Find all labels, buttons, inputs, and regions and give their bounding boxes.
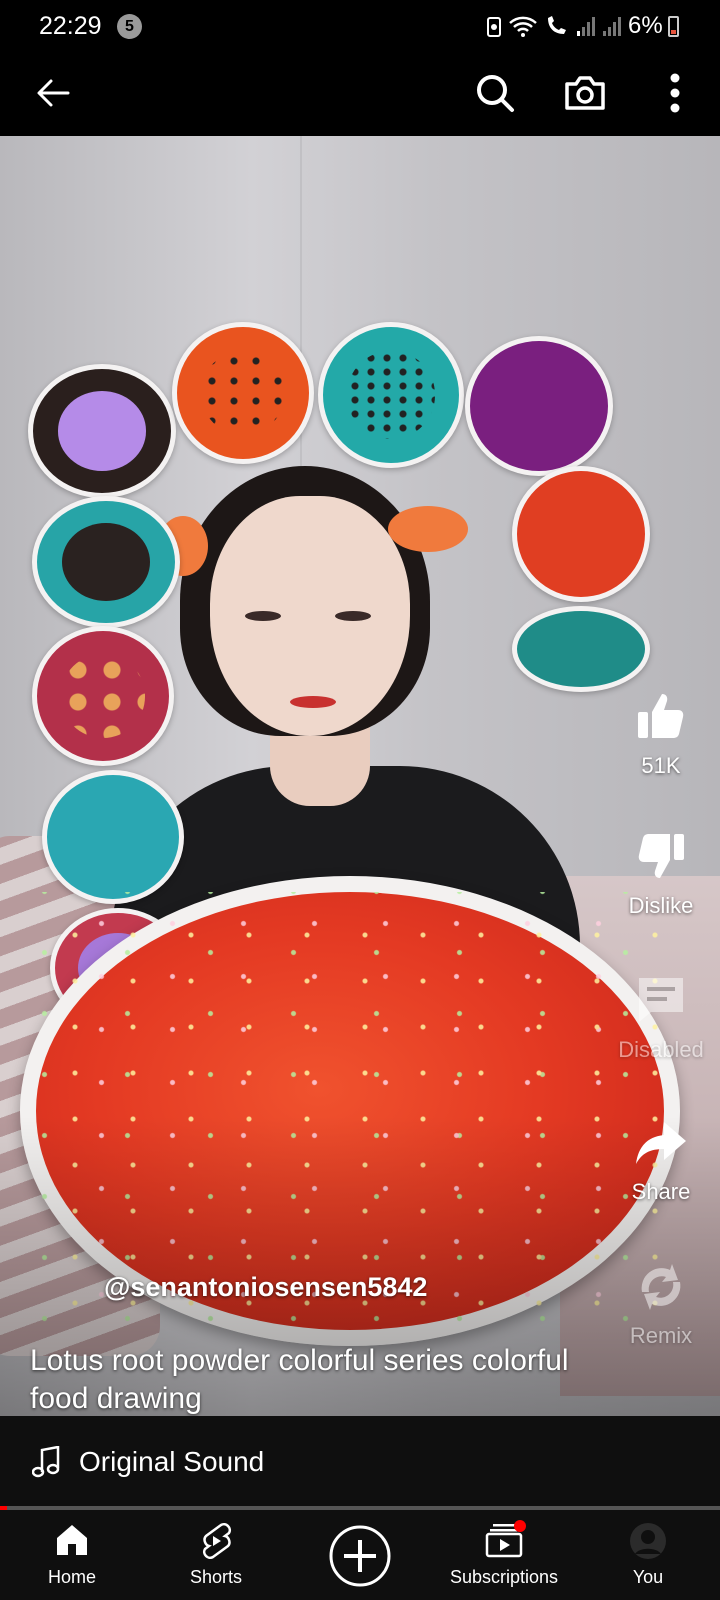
data-saver-icon: [487, 17, 501, 37]
person-lips: [290, 696, 336, 708]
like-count: 51K: [641, 753, 681, 778]
camera-icon: [565, 76, 605, 110]
bowl-red: [512, 466, 650, 602]
sound-bar[interactable]: Original Sound: [0, 1416, 720, 1506]
notification-count-badge: 5: [117, 14, 142, 39]
shorts-icon: [203, 1523, 231, 1559]
status-bar: 22:29 5 6%: [0, 0, 720, 52]
home-icon: [57, 1525, 87, 1555]
more-options-button[interactable]: [650, 68, 700, 118]
nav-you[interactable]: You: [578, 1510, 718, 1600]
remix-button[interactable]: Remix: [606, 1262, 716, 1349]
like-button[interactable]: 51K: [606, 690, 716, 779]
share-icon: [636, 1122, 686, 1164]
comment-icon: [639, 978, 683, 1022]
subscriptions-new-dot: [514, 1520, 526, 1532]
back-button[interactable]: [30, 70, 76, 116]
search-button[interactable]: [470, 68, 520, 118]
thumbs-up-icon: [638, 694, 684, 738]
nav-home-label: Home: [47, 1567, 96, 1587]
arrow-left-icon: [37, 79, 70, 107]
bowl-purple: [465, 336, 613, 476]
nav-create[interactable]: [290, 1510, 430, 1600]
comments-label: Disabled: [618, 1037, 704, 1062]
comments-button[interactable]: Disabled: [606, 974, 716, 1063]
share-label: Share: [631, 1179, 691, 1204]
status-time: 22:29: [39, 12, 102, 40]
thumbs-down-icon: [638, 834, 684, 878]
bowl-teal-flowers: [32, 496, 180, 628]
top-app-bar: [0, 52, 720, 136]
channel-handle[interactable]: @senantoniosensen5842: [104, 1272, 427, 1303]
nav-shorts-label: Shorts: [189, 1567, 243, 1587]
search-icon: [477, 75, 514, 112]
nav-shorts[interactable]: Shorts: [146, 1510, 286, 1600]
bottom-navigation: Home Shorts Subscriptions You: [0, 1510, 720, 1600]
bowl-orange: [172, 322, 314, 464]
share-button[interactable]: Share: [606, 1118, 716, 1205]
bowl-pink-cookies: [32, 626, 174, 766]
wifi-icon: [509, 16, 537, 37]
avatar-icon: [630, 1523, 666, 1559]
music-note-icon: [32, 1446, 60, 1478]
signal-1-icon: [577, 17, 595, 36]
sound-label: Original Sound: [79, 1446, 265, 1477]
nav-subscriptions[interactable]: Subscriptions: [434, 1510, 574, 1600]
nav-you-label: You: [632, 1567, 664, 1587]
dislike-button[interactable]: Dislike: [606, 830, 716, 919]
remix-label: Remix: [629, 1323, 693, 1348]
video-title[interactable]: Lotus root powder colorful series colorf…: [30, 1342, 590, 1418]
headband-ear-right: [388, 506, 468, 552]
eye-left: [245, 611, 281, 621]
status-icons: [486, 13, 622, 39]
wifi-call-icon: [548, 16, 566, 34]
battery-icon: [668, 16, 679, 37]
bowl-purple-sprinkles: [28, 364, 176, 498]
bowl-teal: [318, 322, 464, 468]
eye-right: [335, 611, 371, 621]
more-vertical-icon: [670, 73, 680, 113]
camera-button[interactable]: [560, 68, 610, 118]
remix-icon: [641, 1264, 681, 1310]
plus-circle-icon: [329, 1525, 391, 1587]
signal-2-icon: [603, 17, 621, 36]
dislike-label: Dislike: [628, 893, 694, 918]
battery-percent: 6%: [628, 12, 663, 39]
nav-subscriptions-label: Subscriptions: [449, 1567, 559, 1587]
nav-home[interactable]: Home: [2, 1510, 142, 1600]
bowl-teal-sticks: [512, 606, 650, 692]
bowl-light-teal: [42, 770, 184, 904]
